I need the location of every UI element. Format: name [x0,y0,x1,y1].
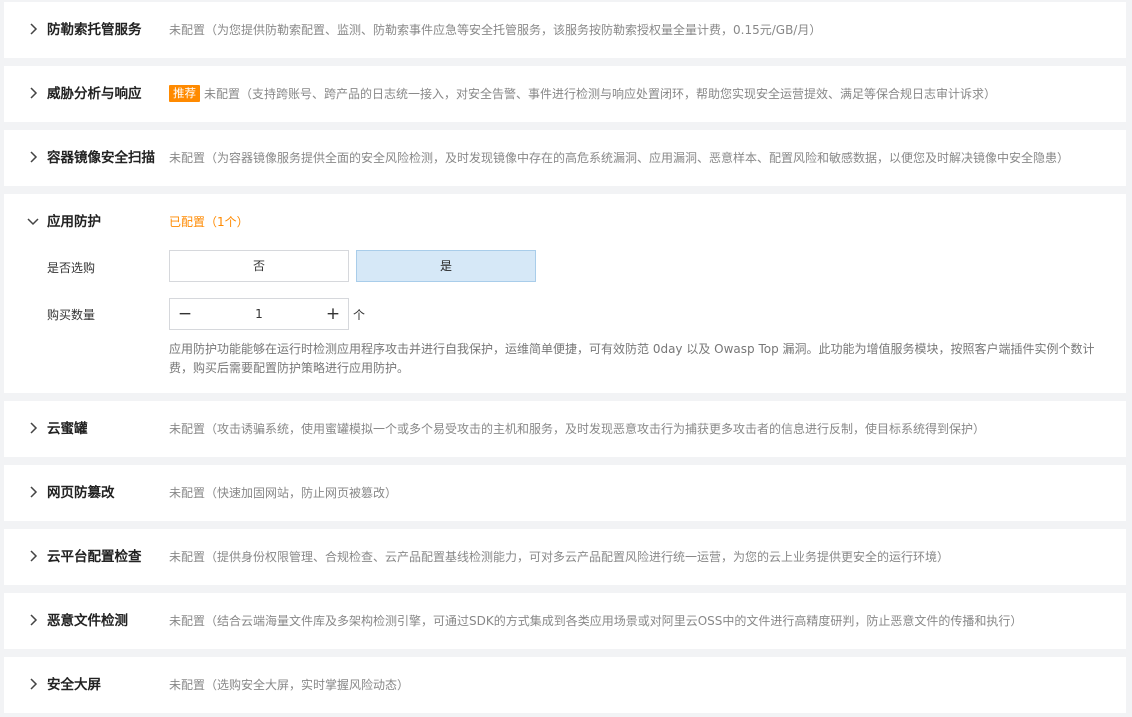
service-list: 防勒索托管服务 未配置（为您提供防勒索配置、监测、防勒索事件应急等安全托管服务，… [0,0,1132,717]
chevron-right-icon[interactable] [25,149,41,165]
chevron-right-icon[interactable] [25,85,41,101]
row-header[interactable]: 应用防护 已配置（1个） [4,194,1126,250]
row-title: 应用防护 [47,214,101,230]
row-description: 未配置（攻击诱骗系统，使用蜜罐模拟一个或多个易受攻击的主机和服务，及时发现恶意攻… [169,422,986,436]
quantity-unit: 个 [353,308,366,322]
row-malicious-file-detection: 恶意文件检测 未配置（结合云端海量文件库及多架构检测引擎，可通过SDK的方式集成… [4,593,1126,649]
chevron-right-icon[interactable] [25,612,41,628]
row-ransomware-managed: 防勒索托管服务 未配置（为您提供防勒索配置、监测、防勒索事件应急等安全托管服务，… [4,2,1126,58]
configured-status: 已配置（1个） [169,215,249,229]
row-honeypot: 云蜜罐 未配置（攻击诱骗系统，使用蜜罐模拟一个或多个易受攻击的主机和服务，及时发… [4,401,1126,457]
quantity-input[interactable]: 1 [200,299,318,329]
chevron-right-icon[interactable] [25,484,41,500]
option-yes-button[interactable]: 是 [356,250,536,282]
row-description: 未配置（为您提供防勒索配置、监测、防勒索事件应急等安全托管服务，该服务按防勒索授… [169,23,822,37]
row-container-image-scan: 容器镜像安全扫描 未配置（为容器镜像服务提供全面的安全风险检测，及时发现镜像中存… [4,130,1126,186]
chevron-right-icon[interactable] [25,21,41,37]
option-no-button[interactable]: 否 [169,250,349,282]
row-header[interactable]: 威胁分析与响应 推荐 未配置（支持跨账号、跨产品的日志统一接入，对安全告警、事件进… [4,66,1126,122]
row-title: 云蜜罐 [47,421,88,437]
chevron-right-icon[interactable] [25,676,41,692]
row-threat-analysis: 威胁分析与响应 推荐 未配置（支持跨账号、跨产品的日志统一接入，对安全告警、事件进… [4,66,1126,122]
row-title: 网页防篡改 [47,485,115,501]
row-header[interactable]: 云平台配置检查 未配置（提供身份权限管理、合规检查、云产品配置基线检测能力，可对… [4,529,1126,585]
row-description: 未配置（快速加固网站，防止网页被篡改） [169,486,398,500]
plus-icon[interactable]: + [318,299,348,329]
row-header[interactable]: 网页防篡改 未配置（快速加固网站，防止网页被篡改） [4,465,1126,521]
row-header[interactable]: 恶意文件检测 未配置（结合云端海量文件库及多架构检测引擎，可通过SDK的方式集成… [4,593,1126,649]
minus-icon[interactable]: − [170,299,200,329]
row-header[interactable]: 安全大屏 未配置（选购安全大屏，实时掌握风险动态） [4,657,1126,713]
recommend-badge: 推荐 [169,85,200,102]
app-protection-help-text: 应用防护功能能够在运行时检测应用程序攻击并进行自我保护，运维简单便捷，可有效防范… [169,342,1095,375]
chevron-down-icon[interactable] [25,213,41,229]
chevron-right-icon[interactable] [25,548,41,564]
row-title: 恶意文件检测 [47,613,128,629]
row-description: 未配置（为容器镜像服务提供全面的安全风险检测，及时发现镜像中存在的高危系统漏洞、… [169,151,1070,165]
row-header[interactable]: 云蜜罐 未配置（攻击诱骗系统，使用蜜罐模拟一个或多个易受攻击的主机和服务，及时发… [4,401,1126,457]
row-security-dashboard: 安全大屏 未配置（选购安全大屏，实时掌握风险动态） [4,657,1126,713]
row-title: 云平台配置检查 [47,549,142,565]
row-header[interactable]: 容器镜像安全扫描 未配置（为容器镜像服务提供全面的安全风险检测，及时发现镜像中存… [4,130,1126,186]
row-description: 未配置（选购安全大屏，实时掌握风险动态） [169,678,410,692]
row-title: 威胁分析与响应 [47,86,142,102]
row-description: 未配置（提供身份权限管理、合规检查、云产品配置基线检测能力，可对多云产品配置风险… [169,550,950,564]
row-web-tamper-protection: 网页防篡改 未配置（快速加固网站，防止网页被篡改） [4,465,1126,521]
row-app-protection: 应用防护 已配置（1个） 是否选购 否 是 购买数量 − 1 + 个 应用防护功… [4,194,1126,393]
row-title: 容器镜像安全扫描 [47,150,155,166]
row-header[interactable]: 防勒索托管服务 未配置（为您提供防勒索配置、监测、防勒索事件应急等安全托管服务，… [4,2,1126,58]
purchase-select-label: 是否选购 [47,261,96,275]
quantity-label: 购买数量 [47,308,96,322]
row-title: 防勒索托管服务 [47,22,142,38]
row-cloud-config-check: 云平台配置检查 未配置（提供身份权限管理、合规检查、云产品配置基线检测能力，可对… [4,529,1126,585]
row-description: 未配置（结合云端海量文件库及多架构检测引擎，可通过SDK的方式集成到各类应用场景… [169,614,1023,628]
quantity-stepper: − 1 + [169,298,349,330]
row-title: 安全大屏 [47,677,101,693]
row-description: 推荐 未配置（支持跨账号、跨产品的日志统一接入，对安全告警、事件进行检测与响应处置… [169,66,996,122]
chevron-right-icon[interactable] [25,420,41,436]
